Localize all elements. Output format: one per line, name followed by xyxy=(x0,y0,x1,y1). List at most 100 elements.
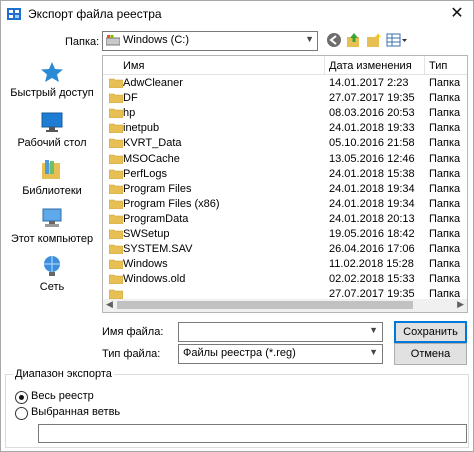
file-row[interactable]: Windows.old 02.02.2018 15:33 Папка xyxy=(103,271,467,287)
folder-icon xyxy=(109,139,123,149)
file-date: 02.02.2018 15:33 xyxy=(329,273,415,286)
computer-icon xyxy=(42,208,62,227)
file-date: 24.01.2018 19:33 xyxy=(329,122,415,135)
file-type: Папка xyxy=(429,122,461,135)
cancel-button[interactable]: Отмена xyxy=(394,343,467,365)
regedit-icon xyxy=(7,8,21,20)
export-dialog: Экспорт файла реестра ✕ Папка: Windows (… xyxy=(0,0,474,452)
file-name: MSOCache xyxy=(123,152,180,165)
file-type: Папка xyxy=(429,107,461,120)
up-folder-button[interactable] xyxy=(346,32,362,51)
close-button[interactable]: ✕ xyxy=(447,4,467,24)
desktop-icon xyxy=(41,112,63,132)
file-name: Windows xyxy=(123,258,168,271)
chevron-down-icon: ▼ xyxy=(369,347,378,357)
file-type: Папка xyxy=(429,243,461,256)
back-button[interactable] xyxy=(326,32,342,51)
filename-input[interactable]: ▼ xyxy=(178,322,383,342)
scroll-right-icon[interactable]: ▶ xyxy=(457,299,464,310)
selected-branch-input[interactable] xyxy=(38,424,467,443)
folder-icon xyxy=(109,184,123,194)
place-desktop[interactable]: Рабочий стол xyxy=(9,111,95,149)
window-title: Экспорт файла реестра xyxy=(28,7,162,21)
file-type: Папка xyxy=(429,197,461,210)
file-row[interactable]: ProgramData 24.01.2018 20:13 Папка xyxy=(103,211,467,227)
file-list[interactable]: Имя Дата изменения Тип AdwCleaner 14.01.2… xyxy=(102,55,468,301)
new-folder-button[interactable] xyxy=(366,32,382,51)
column-header-type[interactable]: Тип xyxy=(429,60,447,72)
file-date: 13.05.2016 12:46 xyxy=(329,152,415,165)
file-name: Program Files (x86) xyxy=(123,197,220,210)
scrollbar-thumb[interactable] xyxy=(117,301,413,309)
file-date: 24.01.2018 20:13 xyxy=(329,212,415,225)
column-header-date[interactable]: Дата изменения xyxy=(329,60,412,72)
file-row[interactable]: Windows 11.02.2018 15:28 Папка xyxy=(103,256,467,272)
folder-icon xyxy=(109,108,123,119)
chevron-down-icon: ▼ xyxy=(305,34,314,44)
star-icon xyxy=(41,62,63,82)
folder-icon xyxy=(109,93,123,104)
filetype-value: Файлы реестра (*.reg) xyxy=(183,347,296,359)
place-this-pc[interactable]: Этот компьютер xyxy=(9,207,95,245)
file-row[interactable]: MSOCache 13.05.2016 12:46 Папка xyxy=(103,151,467,167)
filetype-label: Тип файла: xyxy=(102,348,161,360)
file-row[interactable]: KVRT_Data 05.10.2016 21:58 Папка xyxy=(103,135,467,151)
place-label: Сеть xyxy=(39,281,65,293)
file-row[interactable]: DF 27.07.2017 19:35 Папка xyxy=(103,90,467,106)
file-date: 08.03.2016 20:53 xyxy=(329,107,415,120)
file-row[interactable]: Program Files (x86) 24.01.2018 19:34 Папка xyxy=(103,196,467,212)
save-button[interactable]: Сохранить xyxy=(394,321,467,343)
place-quick-access[interactable]: Быстрый доступ xyxy=(9,61,95,99)
column-header-name[interactable]: Имя xyxy=(123,60,144,72)
file-type: Папка xyxy=(429,273,461,286)
folder-icon xyxy=(109,169,123,179)
place-network[interactable]: Сеть xyxy=(9,255,95,293)
export-range-title: Диапазон экспорта xyxy=(13,368,114,380)
drive-icon xyxy=(106,35,120,46)
file-date: 24.01.2018 19:34 xyxy=(329,197,415,210)
folder-icon xyxy=(109,259,123,270)
file-row[interactable]: Program Files 24.01.2018 19:34 Папка xyxy=(103,181,467,197)
place-label: Быстрый доступ xyxy=(10,87,94,99)
folder-icon xyxy=(109,274,123,285)
title-bar: Экспорт файла реестра ✕ xyxy=(1,1,473,28)
folder-icon xyxy=(109,154,123,164)
library-icon xyxy=(42,160,60,179)
network-icon xyxy=(44,256,60,276)
file-type: Папка xyxy=(429,212,461,225)
file-list-header: Имя Дата изменения Тип xyxy=(103,56,467,75)
horizontal-scrollbar[interactable]: ◀ ▶ xyxy=(102,299,468,313)
back-arrow-icon xyxy=(327,33,341,47)
file-row[interactable]: AdwCleaner 14.01.2017 2:23 Папка xyxy=(103,75,467,91)
folder-combobox[interactable]: Windows (C:) ▼ xyxy=(102,31,318,51)
folder-icon xyxy=(109,123,123,134)
file-type: Папка xyxy=(429,137,461,150)
file-row[interactable]: PerfLogs 24.01.2018 15:38 Папка xyxy=(103,166,467,182)
file-type: Папка xyxy=(429,92,461,105)
file-date: 11.02.2018 15:28 xyxy=(329,258,414,271)
file-name: AdwCleaner xyxy=(123,77,183,89)
file-date: 24.01.2018 15:38 xyxy=(329,167,415,180)
view-menu-button[interactable] xyxy=(386,32,408,51)
file-row[interactable]: hp 08.03.2016 20:53 Папка xyxy=(103,105,467,121)
file-name: hp xyxy=(123,107,136,120)
radio-all-registry-label[interactable]: Весь реестр xyxy=(31,390,94,402)
file-date: 14.01.2017 2:23 xyxy=(329,77,409,89)
filetype-select[interactable]: Файлы реестра (*.reg) ▼ xyxy=(178,344,383,364)
file-type: Папка xyxy=(429,167,461,180)
file-row[interactable]: SWSetup 19.05.2016 18:42 Папка xyxy=(103,226,467,242)
file-row[interactable]: inetpub 24.01.2018 19:33 Папка xyxy=(103,120,467,136)
file-type: Папка xyxy=(429,258,461,271)
place-libraries[interactable]: Библиотеки xyxy=(9,159,95,197)
radio-all-registry[interactable] xyxy=(15,391,28,404)
file-name: ProgramData xyxy=(123,212,189,225)
file-row[interactable]: SYSTEM.SAV 26.04.2016 17:06 Папка xyxy=(103,241,467,257)
chevron-down-icon: ▼ xyxy=(369,325,378,335)
radio-selected-branch-label[interactable]: Выбранная ветвь xyxy=(31,406,120,418)
file-type: Папка xyxy=(429,228,461,240)
file-type: Папка xyxy=(429,152,461,165)
file-type: Папка xyxy=(429,182,461,195)
radio-selected-branch[interactable] xyxy=(15,407,28,420)
scroll-left-icon[interactable]: ◀ xyxy=(106,299,113,310)
folder-icon xyxy=(109,78,123,88)
